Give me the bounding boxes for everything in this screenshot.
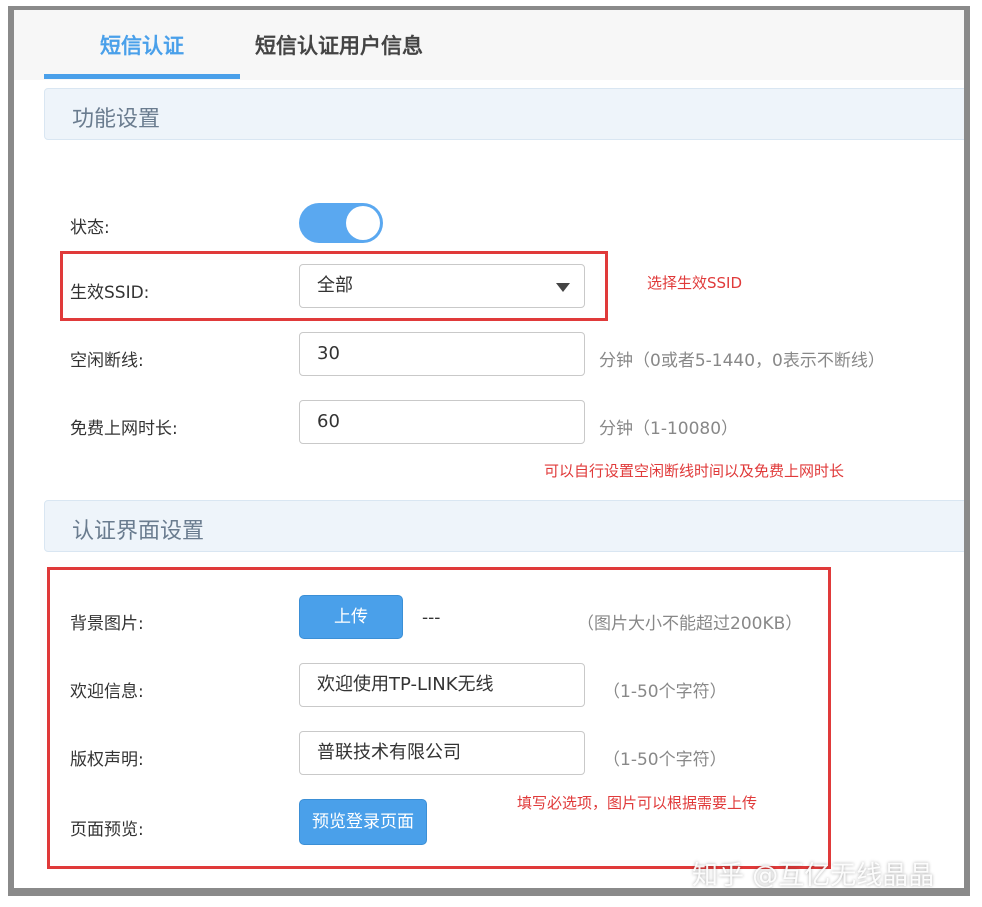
idle-label: 空闲断线: <box>70 351 144 371</box>
idle-timeout-value: 30 <box>317 343 340 364</box>
settings-page: 短信认证 短信认证用户信息 功能设置 状态: 生效SSID: 全部 选择生效SS… <box>14 10 964 888</box>
copyright-hint: （1-50个字符） <box>603 750 727 770</box>
welcome-hint: （1-50个字符） <box>603 682 727 702</box>
welcome-input[interactable]: 欢迎使用TP-LINK无线 <box>299 663 585 707</box>
status-toggle[interactable] <box>299 203 383 243</box>
idle-timeout-input[interactable]: 30 <box>299 332 585 376</box>
upload-button[interactable]: 上传 <box>299 595 403 639</box>
copyright-label: 版权声明: <box>70 750 144 770</box>
free-time-hint: 分钟（1-10080） <box>599 419 739 439</box>
status-label: 状态: <box>70 218 110 238</box>
welcome-label: 欢迎信息: <box>70 682 144 702</box>
section-header-function: 功能设置 <box>44 88 964 140</box>
ssid-label: 生效SSID: <box>70 283 150 303</box>
copyright-input[interactable]: 普联技术有限公司 <box>299 731 585 775</box>
toggle-knob <box>346 206 380 240</box>
welcome-value: 欢迎使用TP-LINK无线 <box>317 674 494 695</box>
tab-bar: 短信认证 短信认证用户信息 <box>14 10 964 80</box>
tab-sms-auth[interactable]: 短信认证 <box>100 30 184 60</box>
preview-login-page-button[interactable]: 预览登录页面 <box>299 799 427 845</box>
section-title: 认证界面设置 <box>72 519 205 544</box>
tab-sms-user-info[interactable]: 短信认证用户信息 <box>255 30 423 60</box>
free-time-input[interactable]: 60 <box>299 400 585 444</box>
background-file-value: --- <box>422 608 441 628</box>
section-title: 功能设置 <box>72 107 161 132</box>
background-label: 背景图片: <box>70 614 144 634</box>
idle-hint: 分钟（0或者5-1440，0表示不断线） <box>599 351 885 371</box>
copyright-value: 普联技术有限公司 <box>317 742 461 763</box>
preview-label: 页面预览: <box>70 820 144 840</box>
annotation-ssid: 选择生效SSID <box>647 274 743 292</box>
watermark: 知乎 @互亿无线晶晶 <box>692 861 935 888</box>
active-tab-indicator <box>44 74 240 79</box>
section-header-auth-page: 认证界面设置 <box>44 500 964 552</box>
background-hint: （图片大小不能超过200KB） <box>577 614 803 634</box>
chevron-down-icon <box>556 283 570 292</box>
annotation-required: 填写必选项，图片可以根据需要上传 <box>517 794 758 812</box>
annotation-time: 可以自行设置空闲断线时间以及免费上网时长 <box>544 462 845 480</box>
ssid-select-value: 全部 <box>317 275 353 296</box>
free-time-label: 免费上网时长: <box>70 419 178 439</box>
ssid-select[interactable]: 全部 <box>299 264 585 308</box>
free-time-value: 60 <box>317 411 340 432</box>
